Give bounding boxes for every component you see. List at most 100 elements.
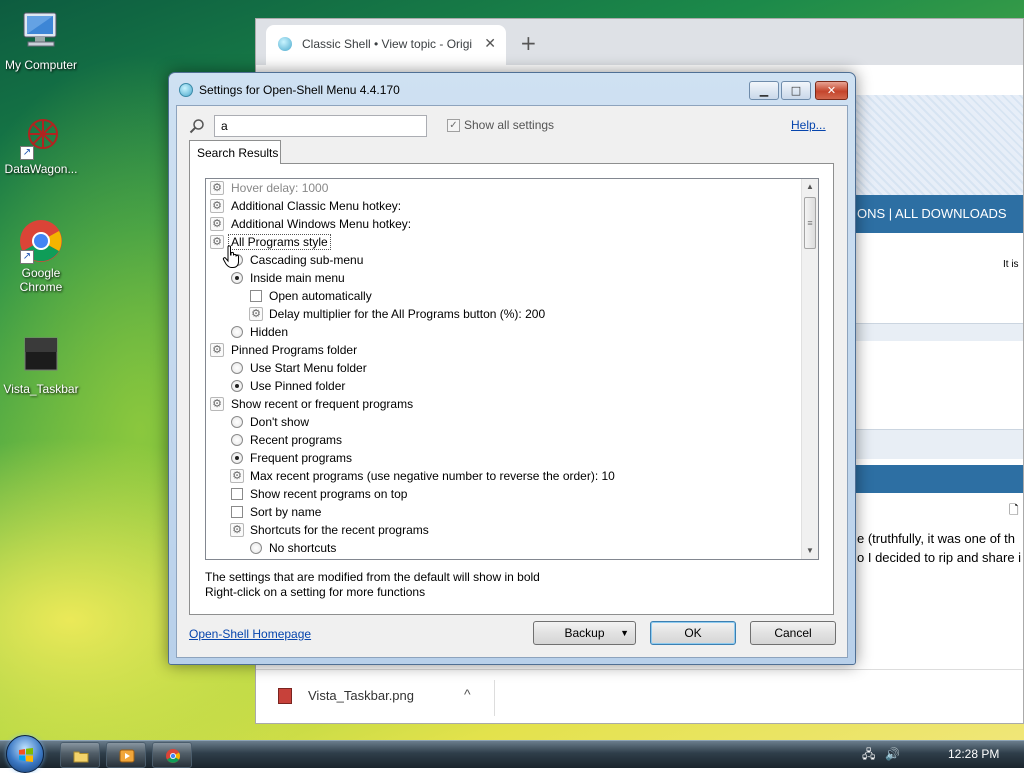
tree-item[interactable]: Recent programs bbox=[206, 431, 802, 449]
checkbox-icon[interactable] bbox=[231, 506, 243, 518]
close-button[interactable]: ✕ bbox=[815, 81, 848, 100]
checkbox-checked-icon[interactable]: ✓ bbox=[447, 119, 460, 132]
desktop-icon-vista-taskbar[interactable]: Vista_Taskbar bbox=[0, 334, 82, 396]
search-input[interactable] bbox=[214, 115, 427, 137]
tree-item-label: Use Start Menu folder bbox=[250, 361, 367, 375]
tree-item-label: Use Pinned folder bbox=[250, 379, 346, 393]
chrome-icon bbox=[166, 749, 180, 763]
tree-item[interactable]: Frequent programs bbox=[206, 449, 802, 467]
chevron-up-icon[interactable]: ^ bbox=[464, 686, 471, 702]
radio-selected-icon[interactable] bbox=[231, 452, 243, 464]
tree-item-label: Cascading sub-menu bbox=[250, 253, 364, 267]
tree-item-label: Pinned Programs folder bbox=[231, 343, 358, 357]
tree-item-label: Hover delay: 1000 bbox=[231, 181, 329, 195]
tree-item[interactable]: No shortcuts bbox=[206, 539, 802, 557]
setting-gear-icon: ⚙ bbox=[210, 343, 224, 357]
tree-item[interactable]: ⚙ Pinned Programs folder bbox=[206, 341, 802, 359]
vertical-scrollbar[interactable]: ▲ ≡ ▼ bbox=[801, 179, 818, 559]
post-text: o I decided to rip and share i bbox=[857, 550, 1022, 565]
taskbar-chrome-button[interactable] bbox=[152, 742, 192, 768]
browser-tab[interactable]: Classic Shell • View topic - Origi ✕ bbox=[266, 25, 506, 65]
scroll-up-arrow-icon[interactable]: ▲ bbox=[802, 179, 818, 195]
tree-item[interactable]: ⚙ Additional Windows Menu hotkey: bbox=[206, 215, 802, 233]
maximize-button[interactable]: □ bbox=[781, 81, 811, 100]
homepage-link[interactable]: Open-Shell Homepage bbox=[189, 627, 311, 641]
tree-item-label: No shortcuts bbox=[269, 541, 337, 555]
tree-item-label: Additional Classic Menu hotkey: bbox=[231, 199, 402, 213]
tree-item[interactable]: Hidden bbox=[206, 323, 802, 341]
backup-button-label: Backup bbox=[564, 626, 605, 640]
tab-close-icon[interactable]: ✕ bbox=[484, 35, 496, 52]
document-icon[interactable]: 🗋 bbox=[1009, 501, 1019, 522]
volume-icon[interactable]: 🔊 bbox=[885, 747, 900, 761]
computer-icon bbox=[18, 10, 64, 56]
tree-item[interactable]: Don't show bbox=[206, 413, 802, 431]
site-nav-text[interactable]: ONS | ALL DOWNLOADS bbox=[857, 206, 1007, 221]
taskbar-media-player-button[interactable] bbox=[106, 742, 146, 768]
desktop-icon-google-chrome[interactable]: ↗ Google Chrome bbox=[0, 218, 82, 294]
tree-item[interactable]: Inside main menu bbox=[206, 269, 802, 287]
cancel-button[interactable]: Cancel bbox=[750, 621, 836, 645]
datawagon-icon: ↗ bbox=[18, 114, 64, 160]
download-shelf: Vista_Taskbar.png ^ bbox=[256, 669, 1023, 723]
tree-item[interactable]: Cascading sub-menu bbox=[206, 251, 802, 269]
settings-tree[interactable]: ⚙ Hover delay: 1000 ⚙ Additional Classic… bbox=[205, 178, 819, 560]
start-button[interactable] bbox=[6, 735, 44, 773]
tree-item[interactable]: Use Start Menu folder bbox=[206, 359, 802, 377]
tree-item-label: Sort by name bbox=[250, 505, 322, 519]
chrome-icon: ↗ bbox=[18, 218, 64, 264]
download-item-name[interactable]: Vista_Taskbar.png bbox=[308, 688, 414, 703]
radio-icon[interactable] bbox=[231, 326, 243, 338]
browser-tab-title: Classic Shell • View topic - Origi bbox=[302, 37, 472, 51]
hand-cursor-icon bbox=[222, 245, 239, 268]
settings-dialog: Settings for Open-Shell Menu 4.4.170 ▁ □… bbox=[168, 72, 856, 665]
ok-button[interactable]: OK bbox=[650, 621, 736, 645]
tree-item[interactable]: Show recent programs on top bbox=[206, 485, 802, 503]
new-tab-icon[interactable]: + bbox=[520, 31, 537, 55]
tree-item[interactable]: ⚙ Shortcuts for the recent programs bbox=[206, 521, 802, 539]
tree-item[interactable]: ⚙ Hover delay: 1000 bbox=[206, 179, 802, 197]
network-icon[interactable]: 🖧 bbox=[862, 747, 875, 761]
radio-selected-icon[interactable] bbox=[231, 272, 243, 284]
radio-icon[interactable] bbox=[231, 362, 243, 374]
setting-gear-icon: ⚙ bbox=[210, 199, 224, 213]
taskbar-clock[interactable]: 12:28 PM bbox=[948, 747, 999, 761]
tree-item[interactable]: Use Pinned folder bbox=[206, 377, 802, 395]
help-link[interactable]: Help... bbox=[791, 118, 826, 132]
browser-tab-bar: Classic Shell • View topic - Origi ✕ + bbox=[256, 19, 1023, 65]
radio-icon[interactable] bbox=[231, 416, 243, 428]
tree-item[interactable]: ⚙ Additional Classic Menu hotkey: bbox=[206, 197, 802, 215]
site-nav-bar[interactable]: ONS | ALL DOWNLOADS bbox=[855, 195, 1023, 233]
folder-icon bbox=[73, 751, 89, 763]
scrollbar-thumb[interactable]: ≡ bbox=[804, 197, 816, 249]
radio-icon[interactable] bbox=[231, 434, 243, 446]
tree-item-label: Max recent programs (use negative number… bbox=[250, 469, 615, 483]
shortcut-arrow-icon: ↗ bbox=[20, 146, 34, 160]
tree-item[interactable]: Open automatically bbox=[206, 287, 802, 305]
backup-button[interactable]: Backup ▼ bbox=[533, 621, 636, 645]
tab-search-results[interactable]: Search Results bbox=[189, 140, 281, 164]
radio-selected-icon[interactable] bbox=[231, 380, 243, 392]
tree-item[interactable]: ⚙ Show recent or frequent programs bbox=[206, 395, 802, 413]
setting-gear-icon: ⚙ bbox=[210, 397, 224, 411]
checkbox-icon[interactable] bbox=[250, 290, 262, 302]
tree-item[interactable]: ⚙ Delay multiplier for the All Programs … bbox=[206, 305, 802, 323]
tree-item-label: Frequent programs bbox=[250, 451, 353, 465]
taskbar: 🖧 🔊 12:28 PM bbox=[0, 735, 1024, 773]
tree-item[interactable]: ⚙ Max recent programs (use negative numb… bbox=[206, 467, 802, 485]
checkbox-icon[interactable] bbox=[231, 488, 243, 500]
scroll-down-arrow-icon[interactable]: ▼ bbox=[802, 543, 818, 559]
radio-icon[interactable] bbox=[250, 542, 262, 554]
taskbar-explorer-button[interactable] bbox=[60, 742, 100, 768]
desktop-icon-my-computer[interactable]: My Computer bbox=[0, 10, 82, 72]
desktop-icon-datawagon[interactable]: ↗ DataWagon... bbox=[0, 114, 82, 176]
setting-gear-icon: ⚙ bbox=[230, 469, 244, 483]
post-text: e (truthfully, it was one of th bbox=[857, 531, 1015, 546]
search-icon bbox=[189, 119, 204, 134]
tree-item-selected[interactable]: ⚙ All Programs style bbox=[206, 233, 802, 251]
windows-logo-icon bbox=[19, 748, 33, 762]
site-divider bbox=[855, 323, 1023, 341]
tree-item[interactable]: Sort by name bbox=[206, 503, 802, 521]
minimize-button[interactable]: ▁ bbox=[749, 81, 779, 100]
site-topic-header bbox=[855, 465, 1023, 493]
